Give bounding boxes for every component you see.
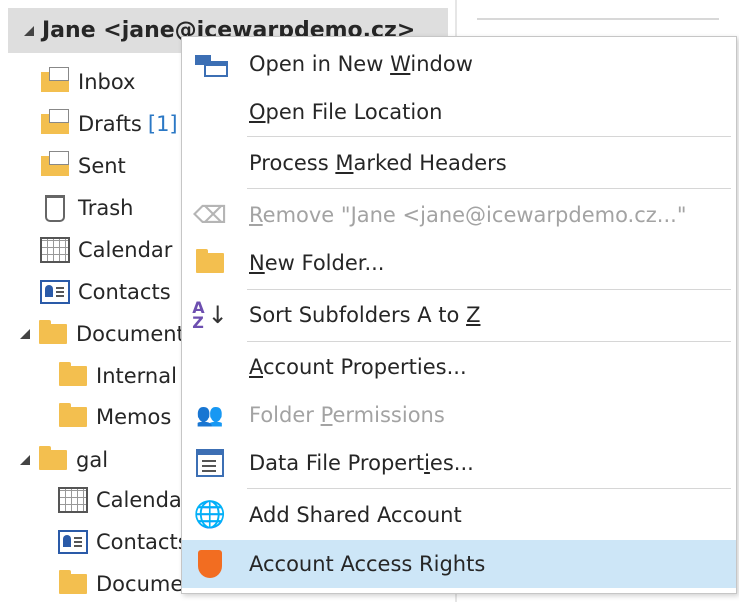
unread-count: [1]: [147, 112, 178, 136]
folder-label: Drafts: [78, 112, 142, 136]
menu-item-label: Data File Properties...: [249, 451, 474, 475]
folder-label: gal: [76, 448, 109, 472]
menu-item-account-properties[interactable]: Account Properties...: [182, 345, 736, 389]
contacts-icon: [58, 529, 88, 555]
folder-label: Trash: [78, 196, 134, 220]
menu-item-open-new-window[interactable]: Open in New Window: [182, 42, 736, 86]
folder-item-sent[interactable]: Sent: [40, 147, 126, 185]
list-header-line: [477, 18, 719, 20]
calendar-icon: [58, 487, 88, 513]
folder-item-inbox[interactable]: Inbox: [40, 63, 135, 101]
menu-item-label: Process Marked Headers: [249, 151, 507, 175]
menu-item-new-folder[interactable]: New Folder...: [182, 241, 736, 285]
sent-icon: [40, 151, 70, 179]
drafts-icon: [40, 109, 70, 137]
context-menu: Open in New Window Open File Location Pr…: [181, 36, 737, 594]
menu-separator: [247, 488, 731, 489]
menu-item-label: Open File Location: [249, 100, 443, 124]
menu-item-sort-subfolders[interactable]: A Z ↓ Sort Subfolders A to Z: [182, 293, 736, 337]
folder-label: Contacts: [96, 530, 189, 554]
menu-item-label: Account Properties...: [249, 355, 467, 379]
menu-item-add-shared-account[interactable]: 🌐 Add Shared Account: [182, 493, 736, 537]
folder-label: Internal: [96, 364, 177, 388]
remove-icon: ⌫: [193, 201, 227, 229]
menu-separator: [247, 188, 731, 189]
folder-item-internal[interactable]: Internal: [58, 357, 177, 395]
collapse-triangle-icon[interactable]: [20, 329, 30, 339]
folder-icon: [58, 403, 88, 430]
menu-separator: [247, 136, 731, 137]
menu-item-label: Account Access Rights: [249, 552, 486, 576]
folder-label: Calendar: [96, 488, 191, 512]
menu-separator: [247, 341, 731, 342]
collapse-triangle-icon[interactable]: [24, 25, 34, 36]
menu-item-label: Sort Subfolders A to Z: [249, 303, 481, 327]
folder-item-calendar[interactable]: Calendar: [40, 231, 172, 269]
folder-icon: [58, 362, 88, 389]
folder-item-contacts[interactable]: Contacts: [40, 273, 171, 311]
folder-item-memos[interactable]: Memos: [58, 398, 171, 436]
folder-label: Inbox: [78, 70, 136, 94]
menu-separator: [247, 289, 731, 290]
folder-label: Memos: [96, 405, 172, 429]
menu-item-account-access-rights[interactable]: Account Access Rights: [182, 540, 736, 588]
menu-item-label: Add Shared Account: [249, 503, 462, 527]
menu-item-label: Open in New Window: [249, 52, 473, 76]
menu-item-data-file-properties[interactable]: Data File Properties...: [182, 441, 736, 485]
menu-item-label: Remove "Jane <jane@icewarpdemo.cz...": [249, 203, 687, 227]
contacts-icon: [40, 279, 70, 305]
trash-icon: [40, 194, 70, 222]
folder-label: Contacts: [78, 280, 171, 304]
menu-item-label: New Folder...: [249, 251, 385, 275]
folder-item-gal-contacts[interactable]: Contacts: [58, 523, 189, 561]
folder-icon: [192, 245, 228, 281]
folder-item-trash[interactable]: Trash: [40, 189, 134, 227]
folder-item-gal-calendar[interactable]: Calendar: [58, 481, 190, 519]
folder-label: Documents: [76, 322, 196, 346]
globe-user-icon: 🌐: [193, 500, 227, 530]
folder-icon: [38, 320, 68, 347]
menu-item-open-file-location[interactable]: Open File Location: [182, 90, 736, 134]
menu-item-process-marked-headers[interactable]: Process Marked Headers: [182, 141, 736, 185]
menu-item-remove-account: ⌫ Remove "Jane <jane@icewarpdemo.cz...": [182, 193, 736, 237]
new-window-icon: [192, 46, 228, 82]
folder-label: Sent: [78, 154, 126, 178]
menu-item-folder-permissions: 👥 Folder Permissions: [182, 393, 736, 437]
shield-icon: [192, 546, 228, 582]
folder-icon: [38, 446, 68, 473]
folder-item-documents[interactable]: Documents: [20, 315, 196, 353]
permissions-icon: 👥: [196, 402, 224, 428]
sort-az-icon: A Z ↓: [192, 298, 228, 332]
menu-item-label: Folder Permissions: [249, 403, 445, 427]
folder-icon: [58, 570, 88, 597]
collapse-triangle-icon[interactable]: [20, 455, 30, 465]
inbox-icon: [40, 67, 70, 95]
calendar-icon: [40, 237, 70, 263]
folder-label: Calendar: [78, 238, 173, 262]
folder-item-drafts[interactable]: Drafts [1]: [40, 105, 178, 143]
folder-item-gal[interactable]: gal: [20, 441, 108, 479]
data-file-icon: [192, 445, 228, 481]
